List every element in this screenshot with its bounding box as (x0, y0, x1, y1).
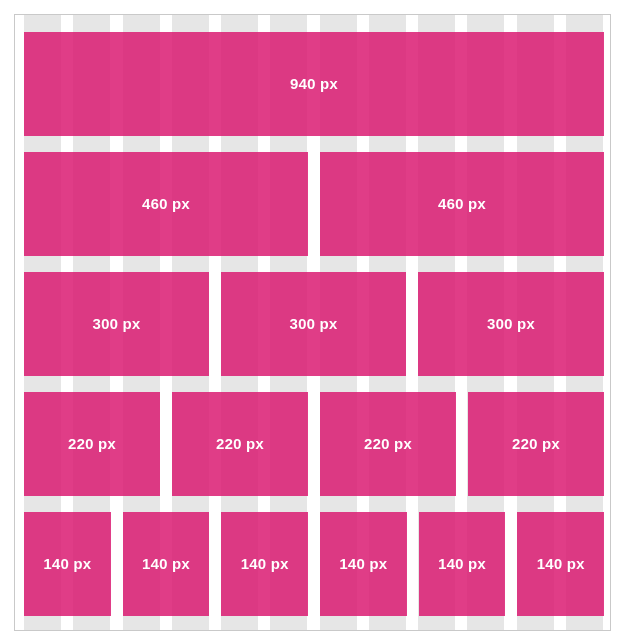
block-label: 300 px (92, 315, 141, 333)
grid-block: 220 px (172, 392, 308, 496)
grid-row: 140 px 140 px 140 px 140 px 140 px 140 p… (24, 512, 605, 616)
grid-rows: 940 px 460 px 460 px 300 px 300 px 300 p… (24, 32, 605, 616)
grid-block: 220 px (468, 392, 604, 496)
block-label: 940 px (290, 75, 338, 93)
block-label: 140 px (339, 555, 388, 573)
block-label: 300 px (289, 315, 338, 333)
grid-block: 940 px (24, 32, 604, 136)
grid-block: 220 px (24, 392, 160, 496)
block-label: 460 px (142, 195, 190, 213)
block-label: 140 px (142, 555, 190, 573)
block-label: 220 px (512, 435, 560, 453)
grid-block: 140 px (122, 512, 210, 616)
grid-block: 140 px (320, 512, 407, 616)
block-label: 220 px (68, 435, 116, 453)
block-label: 460 px (438, 195, 486, 213)
grid-block: 300 px (418, 272, 604, 376)
block-label: 220 px (364, 435, 412, 453)
grid-block: 460 px (320, 152, 604, 256)
grid-block: 140 px (221, 512, 309, 616)
grid-row: 460 px 460 px (24, 152, 604, 256)
grid-block: 140 px (24, 512, 111, 616)
grid-block: 220 px (320, 392, 456, 496)
block-label: 140 px (536, 555, 585, 573)
grid-block: 140 px (517, 512, 605, 616)
grid-block: 140 px (418, 512, 506, 616)
block-label: 220 px (216, 435, 264, 453)
grid-block: 300 px (24, 272, 209, 376)
grid-block: 460 px (24, 152, 308, 256)
grid-row: 940 px (24, 32, 604, 136)
block-label: 300 px (487, 315, 535, 333)
grid-row: 300 px 300 px 300 px (24, 272, 604, 376)
grid-row: 220 px 220 px 220 px 220 px (24, 392, 604, 496)
grid-frame: 940 px 460 px 460 px 300 px 300 px 300 p… (14, 14, 611, 631)
block-label: 140 px (240, 555, 289, 573)
block-label: 140 px (438, 555, 486, 573)
block-label: 140 px (43, 555, 92, 573)
grid-block: 300 px (221, 272, 406, 376)
